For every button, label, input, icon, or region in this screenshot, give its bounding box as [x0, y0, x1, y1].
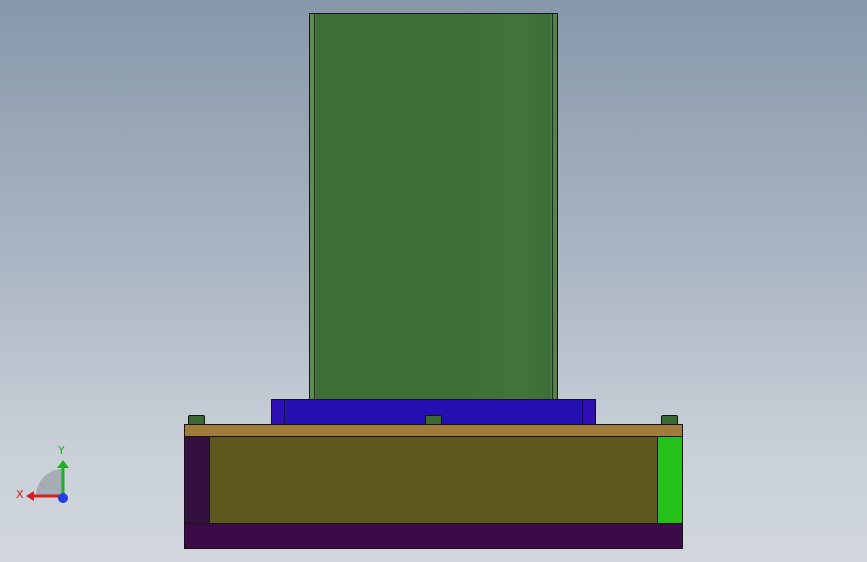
model-bolt-right[interactable] [661, 415, 678, 425]
triad-plane-shading [36, 469, 63, 496]
triad-y-label: Y [57, 444, 65, 457]
triad-x-label: X [16, 488, 24, 501]
model-base-body[interactable] [184, 436, 683, 524]
model-bolt-center[interactable] [425, 415, 442, 425]
model-base-left-block[interactable] [185, 437, 210, 523]
graphics-viewport[interactable]: Y X [0, 0, 867, 562]
coordinate-triad-icon: Y X [12, 440, 82, 510]
triad-z-axis [58, 493, 68, 503]
model-column[interactable] [309, 13, 558, 401]
triad-y-arrow [57, 460, 69, 468]
model-base-bottom[interactable] [184, 523, 683, 549]
model-base-right-block[interactable] [657, 437, 682, 523]
triad-x-arrow [26, 491, 34, 501]
model-bolt-left[interactable] [188, 415, 205, 425]
